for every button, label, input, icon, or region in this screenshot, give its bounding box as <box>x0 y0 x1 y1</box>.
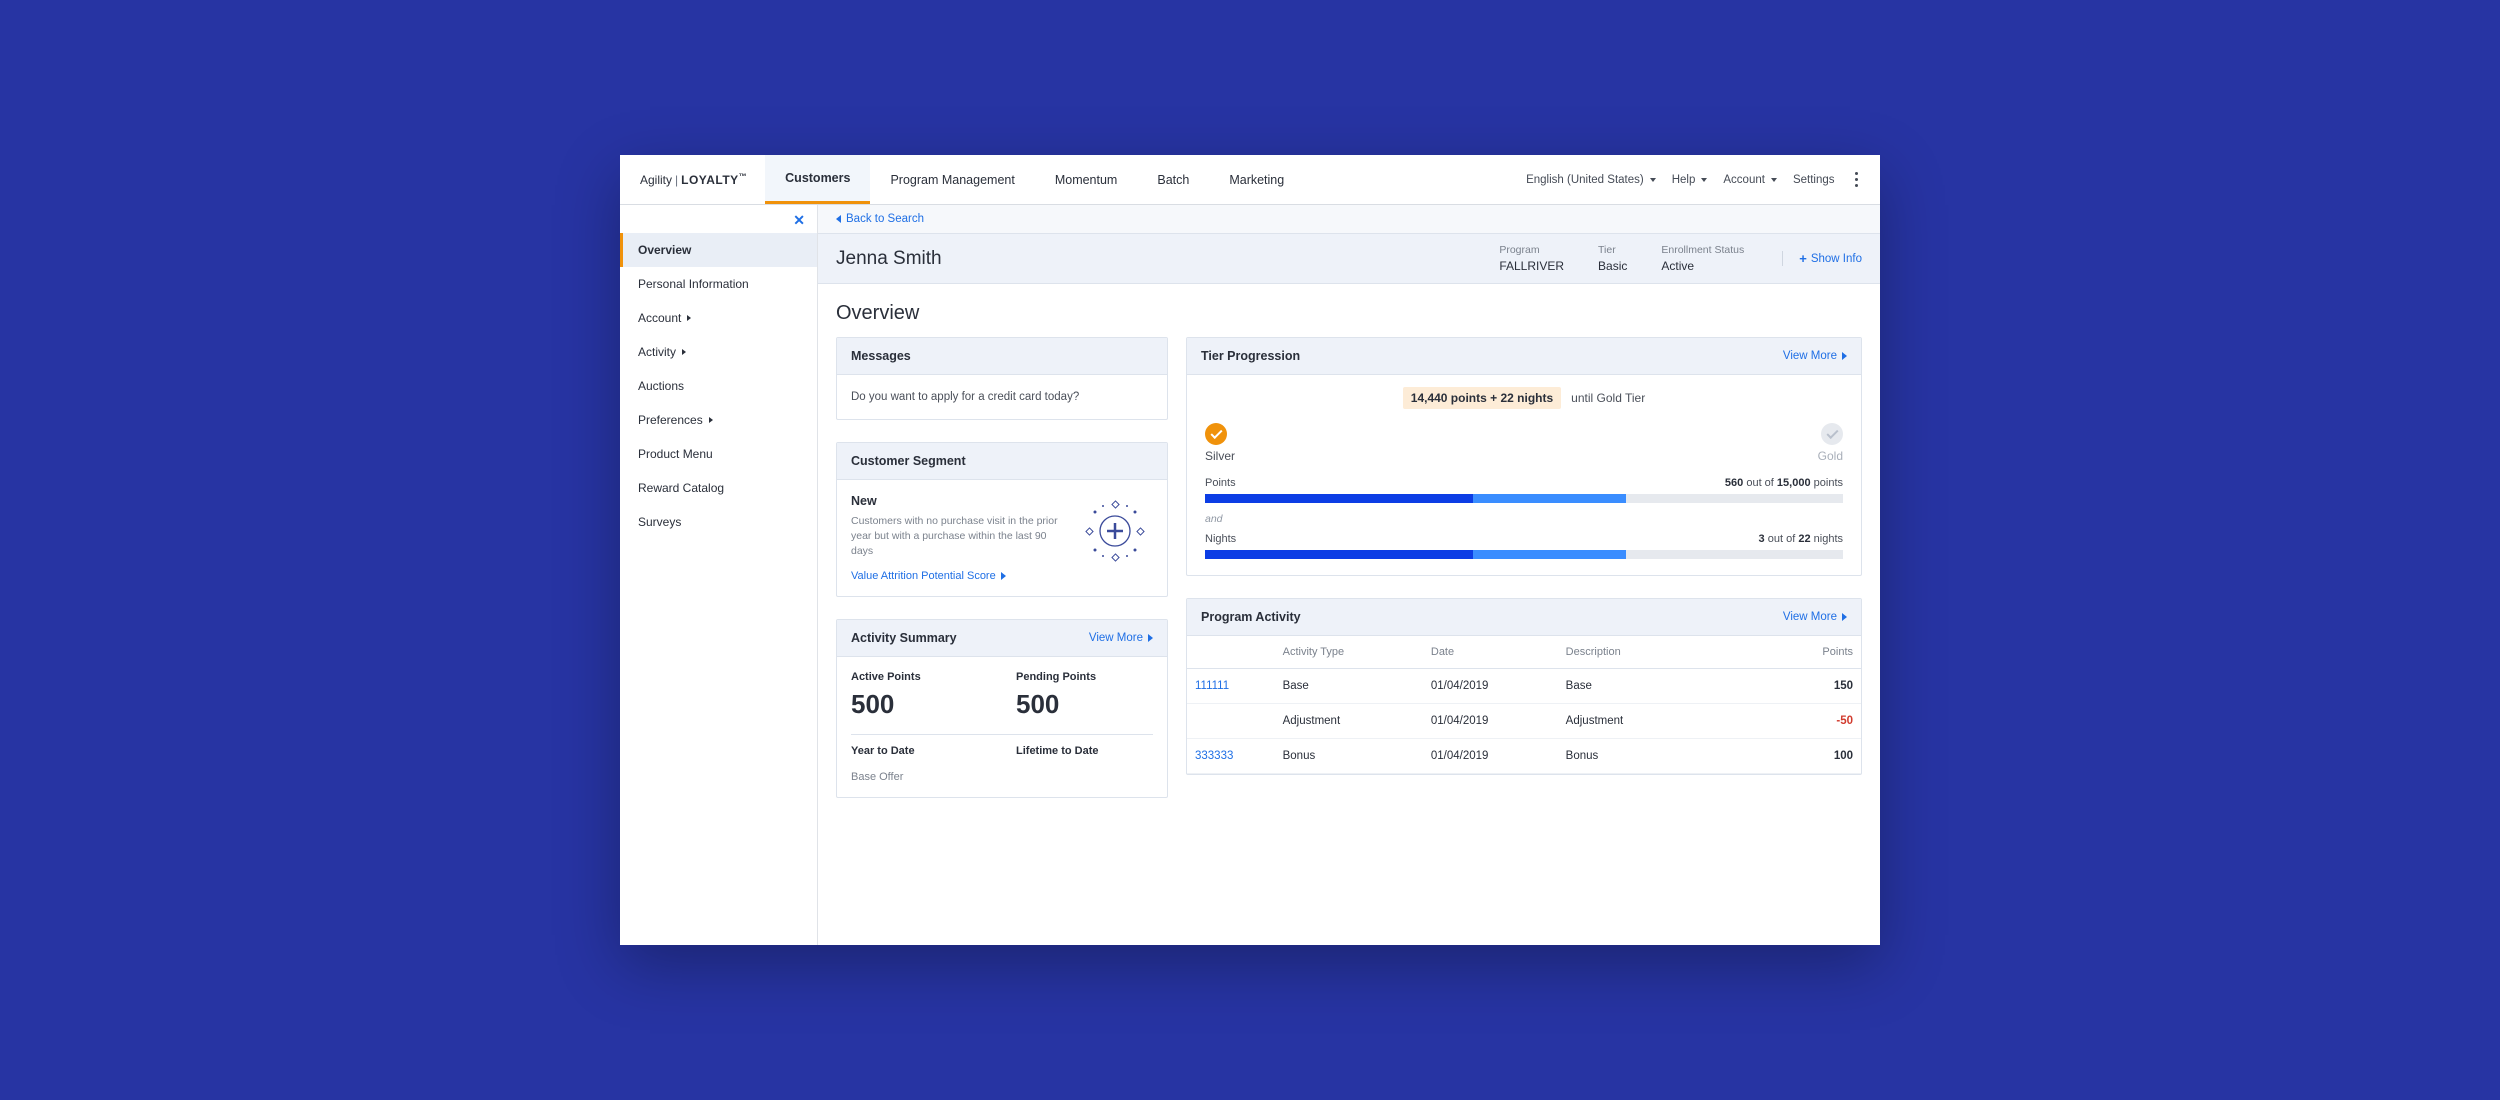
sidebar-item-reward-catalog[interactable]: Reward Catalog <box>620 471 817 505</box>
activity-summary-title: Activity Summary <box>851 631 957 645</box>
tier-to-badge-icon <box>1821 423 1843 445</box>
activity-id-link[interactable]: 111111 <box>1187 669 1275 704</box>
customer-meta: Program FALLRIVER Tier Basic Enrollment … <box>1499 244 1862 273</box>
program-activity-table: Activity Type Date Description Points 11… <box>1187 636 1861 774</box>
language-selector[interactable]: English (United States) <box>1526 174 1656 186</box>
plus-icon: + <box>1799 251 1807 266</box>
pending-points-label: Pending Points <box>1016 671 1153 683</box>
nav-program-management[interactable]: Program Management <box>870 155 1034 204</box>
sidebar: ✕ Overview Personal Information Account … <box>620 205 818 945</box>
sidebar-item-personal-info[interactable]: Personal Information <box>620 267 817 301</box>
help-menu[interactable]: Help <box>1672 174 1708 186</box>
nights-progress-text: 3 out of 22 nights <box>1759 533 1843 545</box>
meta-enrollment-status: Enrollment Status Active <box>1661 244 1744 273</box>
chevron-right-icon <box>687 315 691 321</box>
base-offer-label: Base Offer <box>851 771 1153 783</box>
caret-down-icon <box>1771 178 1777 182</box>
tier-from-badge-icon <box>1205 423 1227 445</box>
program-activity-view-more-link[interactable]: View More <box>1783 611 1847 623</box>
back-to-search-link[interactable]: Back to Search <box>818 205 1880 233</box>
points-progress-text: 560 out of 15,000 points <box>1725 477 1843 489</box>
sidebar-item-auctions[interactable]: Auctions <box>620 369 817 403</box>
app-window: Agility | LOYALTY™ Customers Program Man… <box>620 155 1880 945</box>
sidebar-item-product-menu[interactable]: Product Menu <box>620 437 817 471</box>
tier-headline: 14,440 points + 22 nights until Gold Tie… <box>1205 391 1843 405</box>
nav-customers[interactable]: Customers <box>765 155 870 204</box>
points-progress-bar <box>1205 494 1843 503</box>
customer-header: Jenna Smith Program FALLRIVER Tier Basic… <box>818 233 1880 284</box>
table-row: 333333 Bonus 01/04/2019 Bonus 100 <box>1187 739 1861 774</box>
brand-logo: Agility | LOYALTY™ <box>620 155 765 204</box>
segment-name: New <box>851 494 1065 508</box>
layout: ✕ Overview Personal Information Account … <box>620 205 1880 945</box>
messages-body: Do you want to apply for a credit card t… <box>837 375 1167 419</box>
chevron-right-icon <box>1001 572 1006 580</box>
content-grid: Messages Do you want to apply for a cred… <box>818 337 1880 945</box>
page-title: Overview <box>818 284 1880 337</box>
segment-score-link[interactable]: Value Attrition Potential Score <box>851 570 1065 582</box>
tier-view-more-link[interactable]: View More <box>1783 350 1847 362</box>
nav-marketing[interactable]: Marketing <box>1209 155 1304 204</box>
program-activity-title: Program Activity <box>1201 610 1301 624</box>
caret-down-icon <box>1701 178 1707 182</box>
show-info-button[interactable]: + Show Info <box>1782 251 1862 266</box>
sidebar-item-account[interactable]: Account <box>620 301 817 335</box>
settings-link[interactable]: Settings <box>1793 174 1835 186</box>
top-bar: Agility | LOYALTY™ Customers Program Man… <box>620 155 1880 205</box>
left-column: Messages Do you want to apply for a cred… <box>836 337 1168 939</box>
meta-program: Program FALLRIVER <box>1499 244 1564 273</box>
messages-title: Messages <box>851 349 911 363</box>
sidebar-nav: Overview Personal Information Account Ac… <box>620 205 817 539</box>
ytd-label: Year to Date <box>851 745 988 757</box>
activity-summary-card: Activity Summary View More Active Points… <box>836 619 1168 798</box>
activity-view-more-link[interactable]: View More <box>1089 632 1153 644</box>
active-points-value: 500 <box>851 689 988 720</box>
ltd-label: Lifetime to Date <box>1016 745 1153 757</box>
program-activity-card: Program Activity View More Activity Type… <box>1186 598 1862 775</box>
tier-title: Tier Progression <box>1201 349 1300 363</box>
chevron-right-icon <box>709 417 713 423</box>
tier-progression-card: Tier Progression View More 14,440 points… <box>1186 337 1862 576</box>
table-row: 111111 Base 01/04/2019 Base 150 <box>1187 669 1861 704</box>
tier-and-label: and <box>1205 513 1843 525</box>
pending-points-value: 500 <box>1016 689 1153 720</box>
right-column: Tier Progression View More 14,440 points… <box>1186 337 1862 939</box>
close-sidebar-icon[interactable]: ✕ <box>793 212 805 229</box>
customer-segment-card: Customer Segment New Customers with no p… <box>836 442 1168 597</box>
sidebar-item-preferences[interactable]: Preferences <box>620 403 817 437</box>
sidebar-item-activity[interactable]: Activity <box>620 335 817 369</box>
meta-tier: Tier Basic <box>1598 244 1627 273</box>
chevron-left-icon <box>836 215 841 223</box>
nights-label: Nights <box>1205 533 1236 545</box>
active-points-label: Active Points <box>851 671 988 683</box>
tier-from-name: Silver <box>1205 449 1235 463</box>
tier-to-name: Gold <box>1818 449 1843 463</box>
account-menu[interactable]: Account <box>1723 174 1777 186</box>
activity-id-link[interactable]: 333333 <box>1187 739 1275 774</box>
sparkle-plus-icon <box>1077 494 1153 568</box>
caret-down-icon <box>1650 178 1656 182</box>
main-content: Back to Search Jenna Smith Program FALLR… <box>818 205 1880 945</box>
segment-desc: Customers with no purchase visit in the … <box>851 514 1065 560</box>
nav-momentum[interactable]: Momentum <box>1035 155 1138 204</box>
sidebar-item-overview[interactable]: Overview <box>620 233 817 267</box>
top-right-menu: English (United States) Help Account Set… <box>1526 155 1862 204</box>
nights-progress-bar <box>1205 550 1843 559</box>
chevron-right-icon <box>1148 634 1153 642</box>
sidebar-item-surveys[interactable]: Surveys <box>620 505 817 539</box>
main-nav: Customers Program Management Momentum Ba… <box>765 155 1304 204</box>
points-label: Points <box>1205 477 1236 489</box>
brand-line2: LOYALTY™ <box>681 172 747 187</box>
chevron-right-icon <box>1842 613 1847 621</box>
brand-line1: Agility <box>640 173 672 187</box>
kebab-menu-icon[interactable] <box>1851 168 1863 192</box>
nav-batch[interactable]: Batch <box>1137 155 1209 204</box>
customer-name: Jenna Smith <box>836 248 942 270</box>
table-row: Adjustment 01/04/2019 Adjustment -50 <box>1187 704 1861 739</box>
messages-card: Messages Do you want to apply for a cred… <box>836 337 1168 420</box>
segment-title: Customer Segment <box>851 454 966 468</box>
chevron-right-icon <box>682 349 686 355</box>
chevron-right-icon <box>1842 352 1847 360</box>
